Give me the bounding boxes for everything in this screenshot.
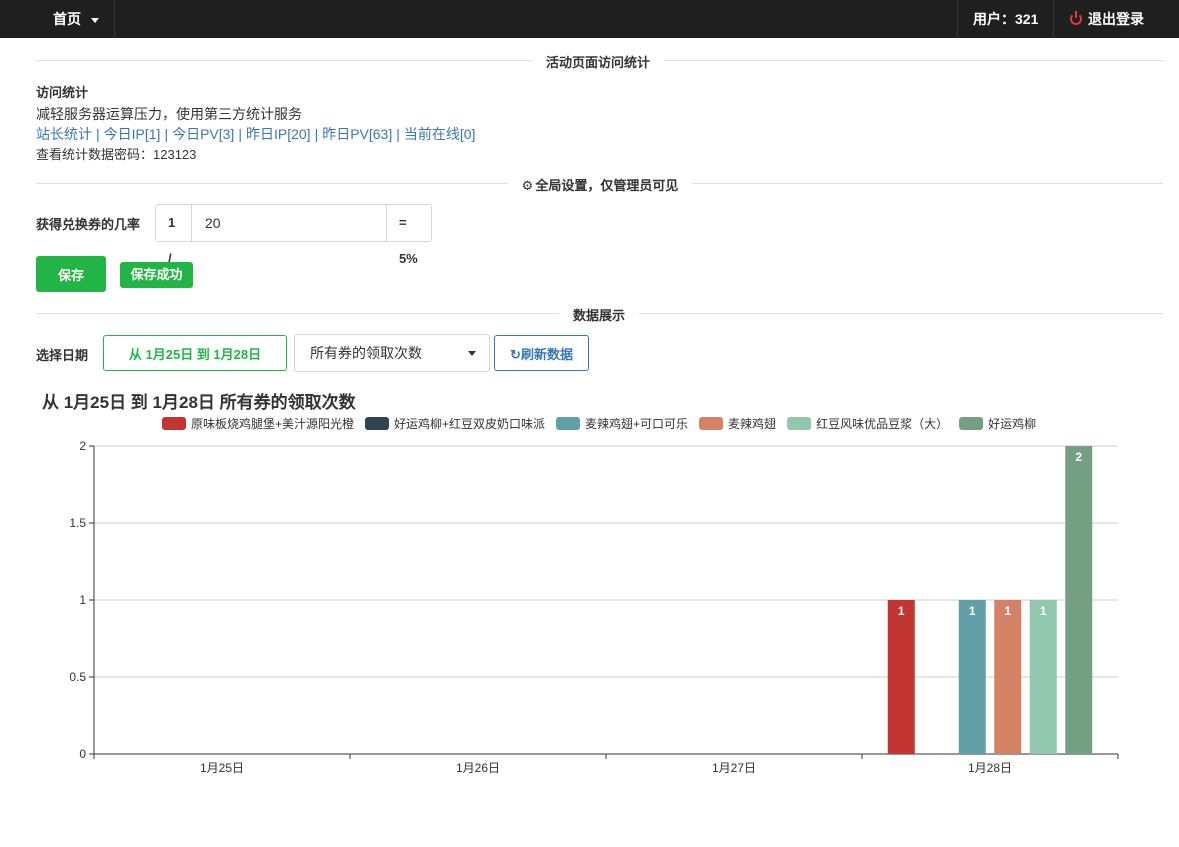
bar-value-label: 1 [898, 604, 905, 618]
bar-value-label: 2 [1075, 450, 1082, 464]
legend-swatch [365, 417, 390, 430]
rate-prefix: 1 / [156, 205, 192, 266]
settings-header-label: 全局设置，仅管理员可见 [535, 178, 679, 193]
legend-label: 麦辣鸡翅+可口可乐 [585, 416, 688, 431]
nav-home-dropdown[interactable]: 首页 [36, 0, 115, 38]
date-label: 选择日期 [36, 348, 89, 363]
legend-swatch [787, 417, 812, 430]
legend-swatch [556, 417, 581, 430]
legend-label: 红豆风味优品豆浆（大） [816, 416, 948, 431]
logout-label: 退出登录 [1088, 11, 1144, 27]
y-tick-label: 0.5 [69, 670, 86, 684]
legend-label: 好运鸡柳+红豆双皮奶口味派 [394, 416, 545, 431]
nav-home-label: 首页 [53, 11, 81, 27]
bar-value-label: 1 [1040, 604, 1047, 618]
link-separator: | [164, 126, 169, 142]
logout-button[interactable]: 退出登录 [1055, 0, 1179, 38]
y-tick-label: 0 [79, 747, 86, 761]
link-online-now[interactable]: 当前在线[0] [404, 126, 476, 142]
y-tick-label: 1 [79, 593, 86, 607]
legend-swatch [699, 417, 724, 430]
top-navbar: 首页 用户：321 退出登录 [0, 0, 1179, 38]
rate-input[interactable] [191, 205, 386, 241]
stats-description: 减轻服务器运算压力，使用第三方统计服务 [36, 106, 302, 122]
stats-links: 站长统计 | 今日IP[1] | 今日PV[3] | 昨日IP[20] | 昨日PV[63] | 当… [36, 124, 475, 144]
bar-value-label: 1 [969, 604, 976, 618]
y-tick-label: 1.5 [69, 516, 86, 530]
section-title-stats: 活动页面访问统计 [531, 52, 665, 71]
metric-select[interactable]: 所有券的领取次数 [294, 334, 490, 372]
power-icon [1070, 11, 1082, 25]
bar [958, 600, 986, 754]
x-tick-label: 1月28日 [968, 761, 1012, 775]
x-tick-label: 1月26日 [456, 761, 500, 775]
chevron-down-icon [91, 17, 99, 23]
nav-user[interactable]: 用户：321 [957, 0, 1054, 38]
link-yesterday-ip[interactable]: 昨日IP[20] [246, 126, 311, 142]
x-tick-label: 1月27日 [712, 761, 756, 775]
link-today-ip[interactable]: 今日IP[1] [104, 126, 161, 142]
nav-user-label: 用户：321 [973, 11, 1039, 27]
legend-swatch [959, 417, 984, 430]
legend-label: 麦辣鸡翅 [728, 416, 776, 431]
link-webmaster-stats[interactable]: 站长统计 [36, 126, 92, 142]
y-tick-label: 2 [79, 439, 86, 453]
stats-password: 查看统计数据密码：123123 [36, 147, 197, 162]
link-today-pv[interactable]: 今日PV[3] [172, 126, 234, 142]
gear-icon: ⚙ [521, 178, 534, 193]
legend-label: 原味板烧鸡腿堡+美汁源阳光橙 [191, 416, 354, 431]
metric-select-value: 所有券的领取次数 [310, 345, 422, 361]
stats-title: 访问统计 [36, 85, 89, 100]
legend-swatch [162, 417, 186, 430]
refresh-icon: ↻ [510, 346, 521, 362]
save-button[interactable]: 保存 [36, 256, 106, 292]
bar [1065, 446, 1093, 754]
date-range-button[interactable]: 从 1月25日 到 1月28日 [103, 335, 287, 371]
link-yesterday-pv[interactable]: 昨日PV[63] [322, 126, 392, 142]
link-separator: | [96, 126, 100, 142]
legend-label: 好运鸡柳 [988, 416, 1036, 431]
rate-input-group: 1 / = 5% [155, 204, 432, 266]
refresh-label: 刷新数据 [520, 346, 573, 362]
section-title-data: 数据展示 [558, 305, 640, 324]
x-tick-label: 1月25日 [200, 761, 244, 775]
refresh-button[interactable]: ↻刷新数据 [494, 335, 589, 371]
bar [994, 600, 1022, 754]
bar [887, 600, 915, 754]
save-success-badge: 保存成功 [120, 262, 193, 288]
chevron-down-icon [468, 351, 476, 356]
bar-chart: 原味板烧鸡腿堡+美汁源阳光橙 好运鸡柳+红豆双皮奶口味派 麦辣鸡翅+可口可乐 麦辣鸡翅… [69, 416, 1119, 775]
link-separator: | [238, 126, 242, 142]
rate-result: = 5% [385, 205, 431, 266]
rate-label: 获得兑换券的几率 [36, 217, 141, 232]
bar [1029, 600, 1057, 754]
link-separator: | [396, 126, 400, 142]
section-title-settings: ⚙ 全局设置，仅管理员可见 [507, 175, 693, 194]
bar-value-label: 1 [1004, 604, 1011, 618]
link-separator: | [314, 126, 319, 142]
